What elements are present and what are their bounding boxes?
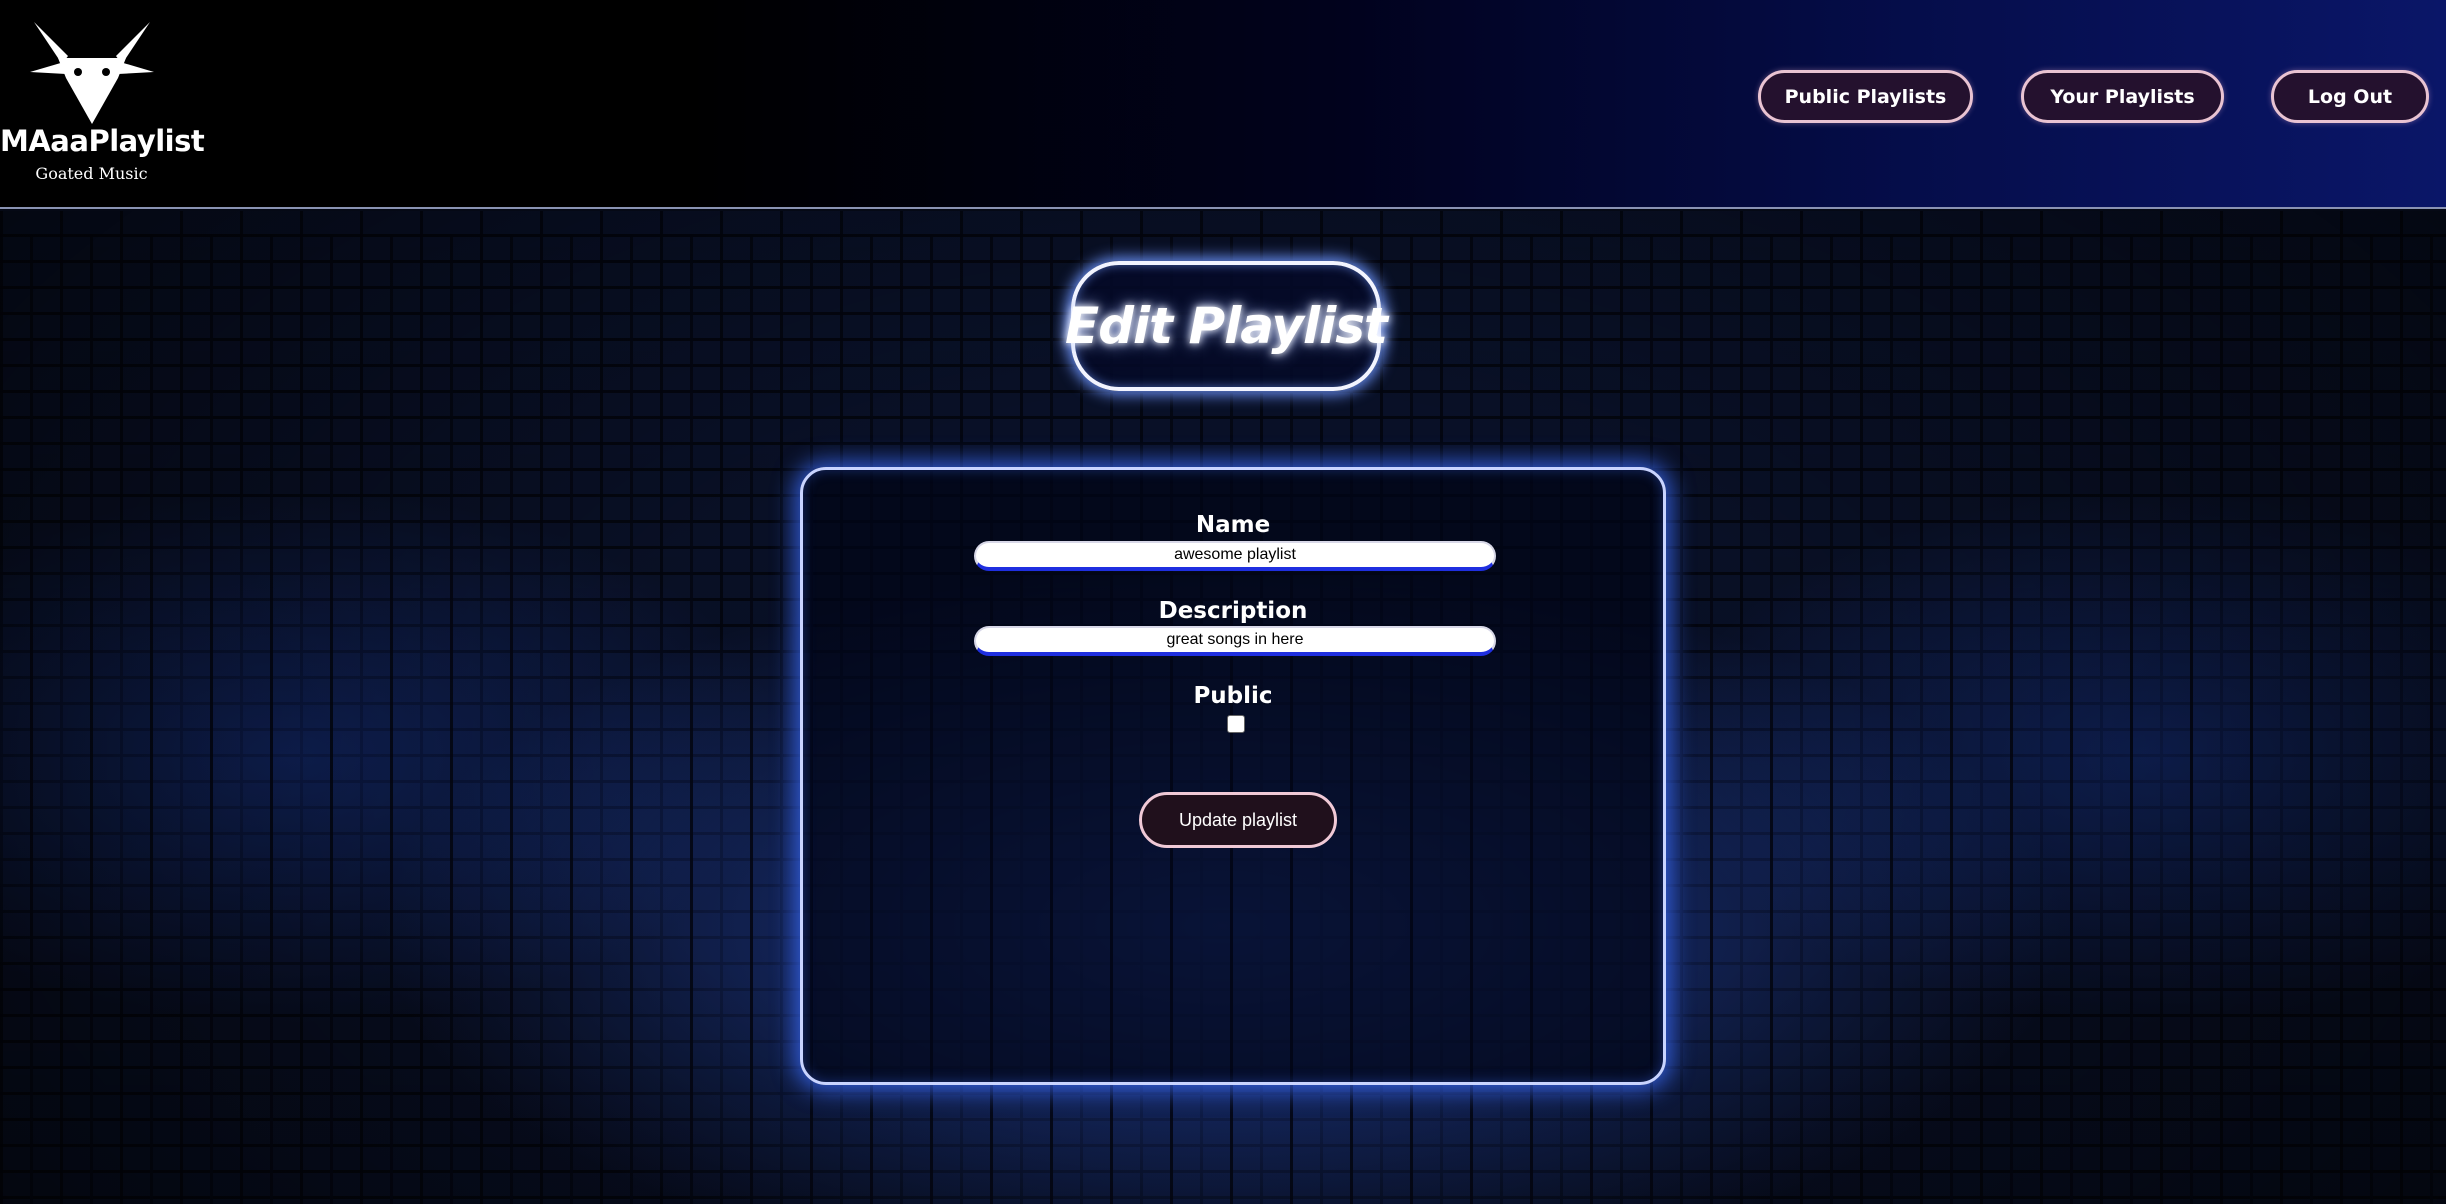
description-label: Description <box>1158 598 1308 624</box>
description-input[interactable] <box>974 626 1496 656</box>
header-bar: MAaaPlaylist Goated Music Public Playlis… <box>0 0 2446 209</box>
app-tagline: Goated Music <box>35 164 148 183</box>
update-playlist-button[interactable]: Update playlist <box>1139 792 1337 848</box>
logo[interactable]: MAaaPlaylist Goated Music <box>0 0 205 200</box>
edit-playlist-form: Name Description Public Update playlist <box>800 467 1666 1085</box>
page-title-badge: Edit Playlist <box>1065 261 1388 391</box>
public-label: Public <box>1193 683 1273 709</box>
name-label: Name <box>1195 512 1271 538</box>
log-out-button[interactable]: Log Out <box>2271 70 2429 123</box>
public-playlists-button[interactable]: Public Playlists <box>1758 70 1973 123</box>
goat-head-icon <box>30 22 154 124</box>
app-name: MAaaPlaylist <box>0 124 205 158</box>
your-playlists-button[interactable]: Your Playlists <box>2021 70 2224 123</box>
page-title: Edit Playlist <box>1065 297 1388 355</box>
name-input[interactable] <box>974 541 1496 571</box>
public-checkbox[interactable] <box>1227 715 1245 733</box>
